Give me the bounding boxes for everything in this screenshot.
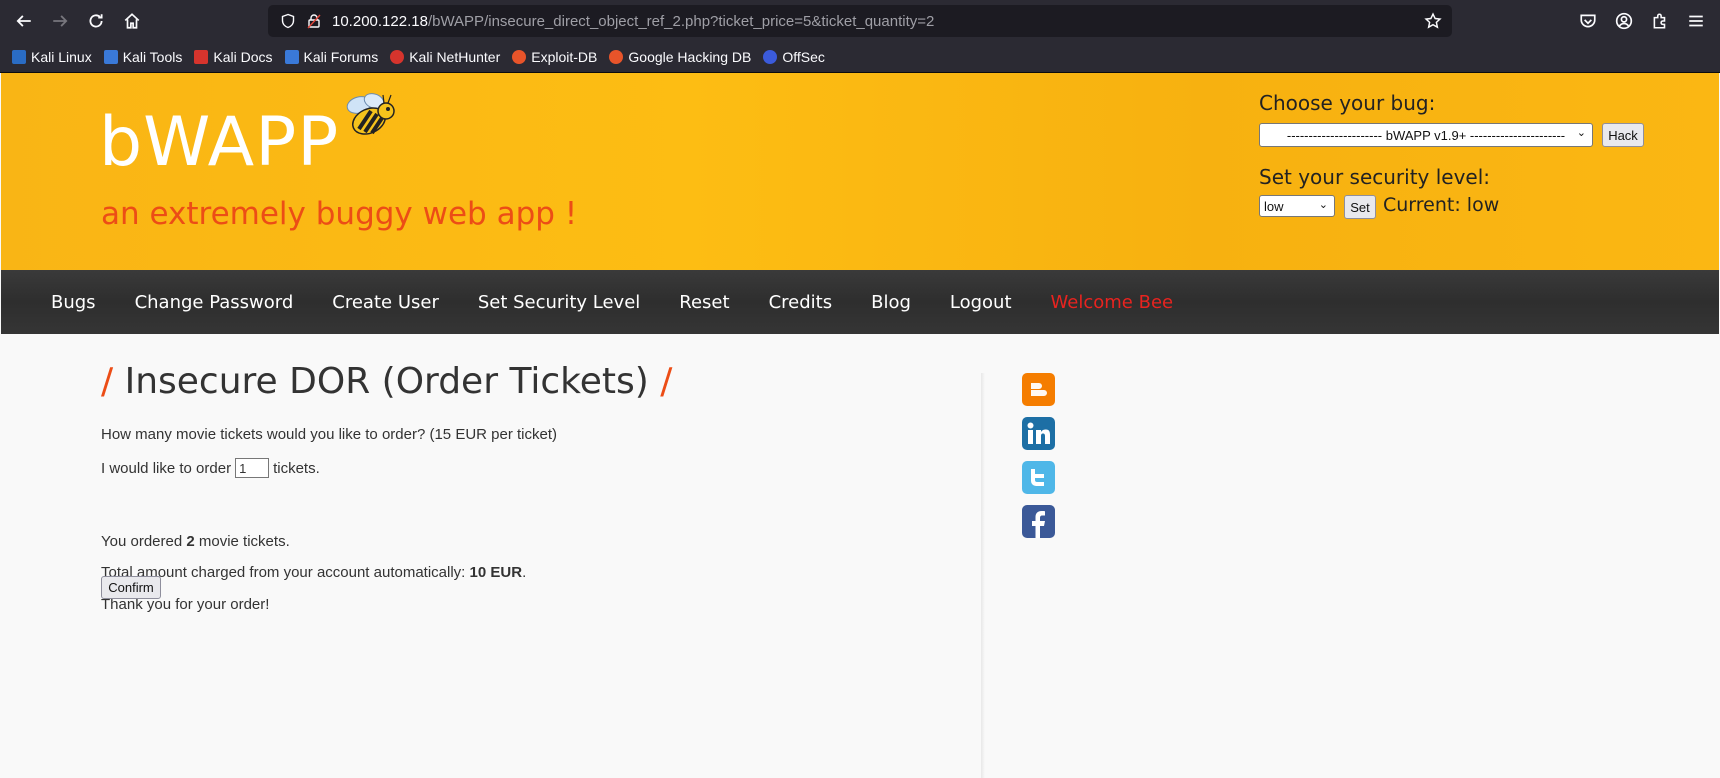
account-icon[interactable]	[1608, 5, 1640, 37]
page: bWAPP an extremely buggy web app ! Choos…	[1, 73, 1719, 778]
welcome-user: Welcome Bee	[1050, 291, 1174, 313]
total-suffix: .	[522, 564, 527, 581]
chevron-down-icon: ⌄	[1318, 199, 1328, 211]
url-path: /bWAPP/insecure_direct_object_ref_2.php?…	[427, 12, 935, 30]
security-level-value: low	[1264, 198, 1284, 214]
menu-credits[interactable]: Credits	[769, 292, 833, 313]
bookmark-exploit-db[interactable]: Exploit-DB	[512, 49, 597, 65]
browser-toolbar: 10.200.122.18/bWAPP/insecure_direct_obje…	[0, 0, 1720, 42]
url-bar[interactable]: 10.200.122.18/bWAPP/insecure_direct_obje…	[268, 5, 1452, 37]
insecure-lock-icon[interactable]	[306, 13, 322, 29]
bookmark-label: Kali Linux	[31, 49, 92, 65]
kali-forums-icon	[284, 50, 299, 64]
bookmark-label: Kali Tools	[122, 49, 183, 65]
bookmark-label: Kali Forums	[303, 49, 379, 65]
shield-icon[interactable]	[280, 13, 296, 29]
ticket-question: How many movie tickets would you like to…	[101, 426, 558, 443]
bookmark-label: Google Hacking DB	[628, 49, 752, 65]
ordered-count: 2	[186, 533, 195, 550]
forward-icon[interactable]	[44, 5, 76, 37]
set-button[interactable]: Set	[1344, 195, 1376, 219]
back-icon[interactable]	[8, 5, 40, 37]
facebook-icon[interactable]	[1022, 505, 1055, 538]
bookmark-label: Kali NetHunter	[409, 49, 501, 65]
ordered-message: You ordered 2 movie tickets.	[101, 533, 290, 550]
order-suffix: tickets.	[273, 459, 320, 477]
twitter-icon[interactable]	[1022, 461, 1055, 494]
pocket-icon[interactable]	[1572, 5, 1604, 37]
bookmark-kali-tools[interactable]: Kali Tools	[103, 49, 183, 65]
quantity-input[interactable]: 1	[235, 458, 270, 478]
site-header: bWAPP an extremely buggy web app ! Choos…	[1, 73, 1719, 270]
linkedin-icon[interactable]	[1022, 417, 1055, 450]
main-menu: Bugs Change Password Create User Set Sec…	[1, 270, 1719, 334]
bug-select[interactable]: ---------------------- bWAPP v1.9+ -----…	[1259, 123, 1593, 147]
bookmark-label: OffSec	[782, 49, 825, 65]
menu-bugs[interactable]: Bugs	[51, 292, 96, 313]
home-icon[interactable]	[116, 5, 148, 37]
reload-icon[interactable]	[80, 5, 112, 37]
blogger-icon[interactable]	[1022, 373, 1055, 406]
bookmarks-bar: Kali Linux Kali Tools Kali Docs Kali For…	[0, 42, 1720, 73]
bookmark-kali-docs[interactable]: Kali Docs	[194, 49, 273, 65]
menu-logout[interactable]: Logout	[950, 292, 1012, 313]
bookmark-label: Exploit-DB	[531, 49, 598, 65]
title-slash: /	[101, 361, 114, 402]
bookmark-kali-nethunter[interactable]: Kali NetHunter	[390, 49, 500, 65]
bookmark-kali-forums[interactable]: Kali Forums	[284, 49, 379, 65]
bookmark-offsec[interactable]: OffSec	[763, 49, 825, 65]
kali-dragon-icon	[12, 50, 26, 64]
kali-tools-icon	[103, 50, 118, 64]
bookmark-kali-linux[interactable]: Kali Linux	[12, 49, 92, 65]
bookmark-google-hacking-db[interactable]: Google Hacking DB	[609, 49, 751, 65]
hack-button[interactable]: Hack	[1602, 123, 1644, 147]
extensions-icon[interactable]	[1644, 5, 1676, 37]
page-title: / Insecure DOR (Order Tickets) /	[101, 361, 672, 402]
security-level-label: Set your security level:	[1259, 165, 1491, 189]
current-level: Current: low	[1383, 194, 1500, 216]
bookmark-label: Kali Docs	[213, 49, 273, 65]
main-content: / Insecure DOR (Order Tickets) / How man…	[1, 334, 983, 778]
offsec-icon	[763, 50, 778, 64]
menu-create-user[interactable]: Create User	[332, 292, 439, 313]
bookmark-star-icon[interactable]	[1424, 12, 1442, 30]
site-tagline: an extremely buggy web app !	[101, 196, 578, 232]
bug-select-value: ---------------------- bWAPP v1.9+ -----…	[1286, 127, 1566, 143]
ghdb-icon	[609, 50, 624, 64]
order-form-line: I would like to order 1 tickets.	[101, 458, 320, 478]
bee-icon	[346, 93, 395, 135]
total-amount: 10 EUR	[469, 564, 523, 581]
ordered-prefix: You ordered	[101, 533, 183, 550]
kali-docs-icon	[194, 50, 209, 64]
site-logo[interactable]: bWAPP	[99, 103, 339, 182]
title-slash: /	[660, 361, 673, 402]
total-message: Total amount charged from your account a…	[101, 564, 526, 581]
menu-change-password[interactable]: Change Password	[135, 292, 294, 313]
ordered-suffix: movie tickets.	[198, 533, 290, 550]
security-level-select[interactable]: low ⌄	[1259, 195, 1335, 217]
url-host: 10.200.122.18	[332, 12, 428, 30]
order-prefix: I would like to order	[101, 459, 232, 477]
menu-set-security-level[interactable]: Set Security Level	[478, 292, 640, 313]
confirm-button[interactable]: Confirm	[101, 576, 161, 599]
exploit-db-icon	[512, 50, 527, 64]
choose-bug-label: Choose your bug:	[1259, 91, 1436, 115]
menu-reset[interactable]: Reset	[679, 292, 729, 313]
nethunter-icon	[390, 50, 405, 64]
page-title-text: Insecure DOR (Order Tickets)	[124, 361, 649, 402]
menu-blog[interactable]: Blog	[871, 292, 911, 313]
chevron-down-icon: ⌄	[1576, 127, 1586, 139]
menu-icon[interactable]	[1680, 5, 1712, 37]
